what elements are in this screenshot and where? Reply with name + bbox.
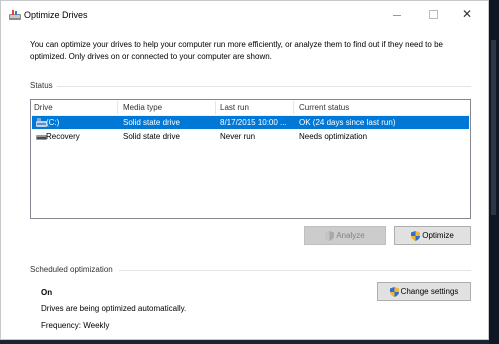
media-type: Solid state drive: [123, 132, 180, 141]
table-row[interactable]: (C:) Solid state drive 8/17/2015 10:00 .…: [32, 116, 469, 129]
minimize-icon: [393, 14, 401, 16]
change-settings-label: Change settings: [400, 287, 459, 296]
scheduled-section-label: Scheduled optimization: [30, 265, 113, 274]
current-status: Needs optimization: [299, 132, 368, 141]
shield-icon: [411, 230, 421, 241]
schedule-description: Drives are being optimized automatically…: [41, 304, 187, 313]
media-type: Solid state drive: [123, 118, 180, 127]
current-status: OK (24 days since last run): [299, 118, 396, 127]
change-settings-button[interactable]: Change settings: [377, 282, 471, 301]
maximize-icon: [428, 9, 438, 19]
status-divider: [57, 86, 471, 87]
optimize-drives-app-icon: [9, 10, 21, 20]
optimize-button[interactable]: Optimize: [394, 226, 471, 245]
intro-text: You can optimize your drives to help you…: [30, 40, 443, 61]
schedule-frequency: Frequency: Weekly: [41, 321, 110, 330]
window-title: Optimize Drives: [24, 10, 88, 20]
column-header-media-type[interactable]: Media type: [123, 103, 162, 112]
minimize-button[interactable]: [383, 5, 411, 23]
column-divider[interactable]: [117, 101, 118, 114]
maximize-button[interactable]: [419, 5, 447, 23]
analyze-label: Analyze: [336, 231, 365, 240]
optimize-label: Optimize: [422, 231, 454, 240]
last-run: 8/17/2015 10:00 ...: [220, 118, 287, 127]
optimize-drives-window: Optimize Drives ✕ You can optimize your …: [0, 0, 489, 340]
list-header: Drive Media type Last run Current status: [31, 100, 470, 116]
shield-icon: [389, 286, 399, 297]
column-header-current-status[interactable]: Current status: [299, 103, 349, 112]
analyze-button[interactable]: Analyze: [304, 226, 386, 245]
status-section-label: Status: [30, 81, 53, 90]
drive-name: (C:): [46, 118, 60, 127]
close-button[interactable]: ✕: [453, 5, 481, 23]
title-bar[interactable]: Optimize Drives ✕: [1, 1, 488, 27]
table-row[interactable]: Recovery Solid state drive Never run Nee…: [32, 130, 469, 143]
column-divider[interactable]: [293, 101, 294, 114]
scheduled-divider: [119, 270, 471, 271]
background-window-edge: [491, 40, 496, 215]
close-icon: ✕: [461, 7, 473, 21]
column-header-last-run[interactable]: Last run: [220, 103, 249, 112]
shield-icon: [325, 230, 335, 241]
drive-name: Recovery: [46, 132, 80, 141]
last-run: Never run: [220, 132, 256, 141]
column-divider[interactable]: [215, 101, 216, 114]
schedule-state: On: [41, 288, 53, 297]
drives-list[interactable]: Drive Media type Last run Current status…: [30, 99, 471, 219]
column-header-drive[interactable]: Drive: [34, 103, 53, 112]
